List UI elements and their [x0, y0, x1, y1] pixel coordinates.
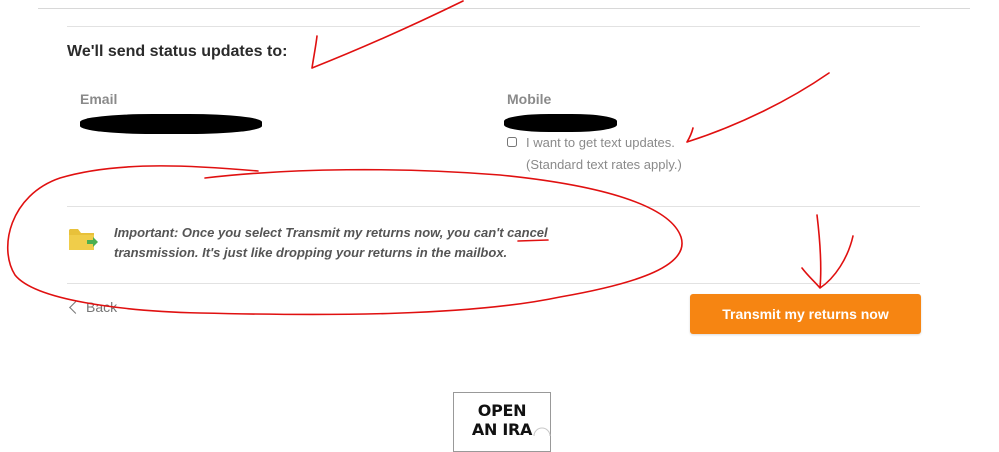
annotation-arrow-heading	[311, 0, 464, 69]
email-redaction	[80, 114, 262, 134]
open-ira-ad[interactable]: OPEN AN IRA	[453, 392, 551, 452]
ad-line-2: AN IRA	[471, 420, 533, 439]
annotation-arrow-checkbox	[686, 72, 830, 143]
annotation-arrow-button	[801, 214, 854, 289]
ad-line-1: OPEN	[477, 401, 527, 420]
top-divider	[38, 8, 970, 9]
mobile-redaction	[504, 114, 617, 132]
section-divider-bottom	[67, 283, 920, 284]
chevron-left-icon	[69, 300, 82, 314]
status-updates-heading: We'll send status updates to:	[67, 43, 288, 60]
email-label: Email	[80, 91, 118, 107]
red-annotations	[7, 0, 854, 437]
mobile-label: Mobile	[507, 91, 552, 107]
section-divider-middle	[67, 206, 920, 207]
text-updates-checkbox[interactable]	[507, 137, 517, 147]
text-updates-label[interactable]: I want to get text updates.	[526, 135, 675, 151]
folder-arrow-icon	[69, 229, 98, 250]
back-link[interactable]: Back	[68, 299, 117, 315]
text-rates-note: (Standard text rates apply.)	[526, 157, 682, 172]
section-divider-top	[67, 26, 920, 27]
transmit-button[interactable]: Transmit my returns now	[690, 294, 921, 334]
important-notice: Important: Once you select Transmit my r…	[114, 225, 548, 260]
back-label: Back	[86, 299, 118, 315]
